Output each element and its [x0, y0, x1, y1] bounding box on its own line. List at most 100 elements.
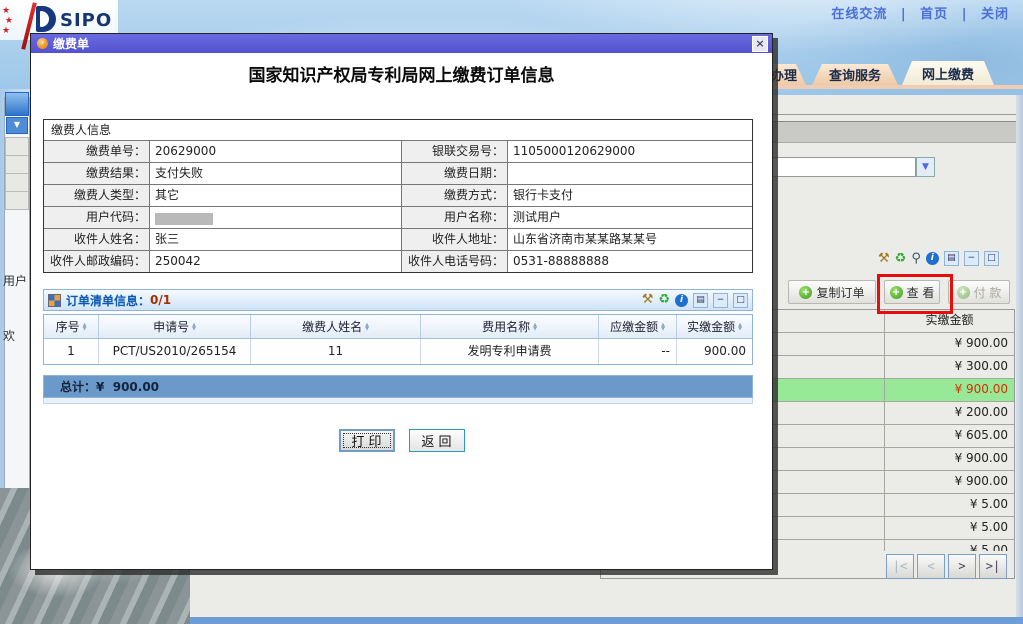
- sidebar-menu-cell[interactable]: [5, 137, 29, 156]
- payment-order-dialog: › 缴费单 × 国家知识产权局专利局网上缴费订单信息 缴费人信息 缴费单号： 2…: [30, 33, 773, 570]
- tab-query-service[interactable]: 查询服务: [812, 64, 898, 85]
- field-value: 测试用户: [508, 207, 752, 228]
- order-table: 序号 申请号 缴费人姓名 费用名称 应缴金额 实缴金额 1 PCT/US2010…: [43, 314, 753, 365]
- field-value: 银行卡支付: [508, 185, 752, 206]
- sidebar-menu-cell[interactable]: [5, 173, 29, 192]
- dropdown-arrow-button[interactable]: ▼: [916, 157, 935, 177]
- field-value: 张三: [150, 229, 402, 250]
- minimize-icon[interactable]: −: [713, 293, 728, 308]
- cell-no: 1: [44, 339, 99, 364]
- list-icon[interactable]: ▤: [944, 251, 959, 266]
- search-icon[interactable]: ⚲: [911, 252, 921, 266]
- col-header-payer-name[interactable]: 缴费人姓名: [251, 315, 421, 338]
- table-row: 1 PCT/US2010/265154 11 发明专利申请费 -- 900.00: [44, 339, 752, 364]
- sort-icon: [192, 323, 196, 331]
- field-label: 收件人地址：: [402, 229, 508, 250]
- sort-icon: [365, 323, 369, 331]
- close-icon[interactable]: ×: [752, 36, 768, 52]
- cell-amount: ¥ 200.00: [885, 402, 1014, 424]
- tab-online-payment[interactable]: 网上缴费: [902, 61, 994, 85]
- table-row: 用户代码： 用户名称： 测试用户: [44, 206, 752, 228]
- field-value: 山东省济南市某某路某某号: [508, 229, 752, 250]
- table-row: 缴费人类型： 其它 缴费方式： 银行卡支付: [44, 184, 752, 206]
- sidebar-menu-cell[interactable]: [5, 191, 29, 210]
- link-separator: |: [962, 7, 968, 22]
- cell-due-amount: --: [599, 339, 677, 364]
- table-row: 收件人姓名： 张三 收件人地址： 山东省济南市某某路某某号: [44, 228, 752, 250]
- field-label: 银联交易号：: [402, 141, 508, 162]
- sidebar-dropdown-button[interactable]: ▼: [6, 117, 28, 134]
- cell-amount: ¥ 900.00: [885, 379, 1014, 401]
- field-value: [508, 163, 752, 184]
- field-label: 用户名称：: [402, 207, 508, 228]
- maximize-icon[interactable]: □: [733, 293, 748, 308]
- field-value: 250042: [150, 251, 402, 272]
- cell-payer-name: 11: [251, 339, 421, 364]
- top-nav-links: 在线交流 | 首页 | 关闭: [827, 3, 1013, 22]
- chevron-down-icon: ▼: [922, 162, 929, 172]
- plus-icon: +: [890, 286, 903, 299]
- maximize-icon[interactable]: □: [984, 251, 999, 266]
- order-section-header: 订单清单信息： 0/1 ⚒ ♻ i ▤ − □: [43, 289, 753, 311]
- header-label: 申请号: [153, 318, 189, 335]
- first-page-button[interactable]: |<: [886, 554, 914, 579]
- field-label: 收件人姓名：: [44, 229, 150, 250]
- minimize-icon[interactable]: −: [964, 251, 979, 266]
- tab-strip: [757, 85, 1023, 89]
- last-page-button[interactable]: >|: [979, 554, 1007, 579]
- grid-icon: [48, 294, 61, 307]
- order-count: 0/1: [150, 293, 171, 307]
- field-label: 缴费人类型：: [44, 185, 150, 206]
- cell-amount: ¥ 5.00: [885, 517, 1014, 539]
- sidebar-text-fragment: 用户: [3, 272, 27, 289]
- link-close[interactable]: 关闭: [981, 7, 1009, 22]
- col-header-no[interactable]: 序号: [44, 315, 99, 338]
- sidebar-blue-button[interactable]: [5, 92, 29, 116]
- view-button[interactable]: + 查 看: [884, 280, 940, 304]
- col-header-paid-amount: 实缴金额: [885, 310, 1014, 332]
- tools-icon[interactable]: ⚒: [878, 252, 890, 266]
- print-button[interactable]: 打 印: [339, 429, 395, 452]
- pay-button[interactable]: + 付 款: [948, 280, 1010, 304]
- cell-amount: ¥ 900.00: [885, 471, 1014, 493]
- sipo-logo-text: SIPO: [60, 10, 112, 31]
- field-value: 20629000: [150, 141, 402, 162]
- info-icon[interactable]: i: [675, 294, 688, 307]
- link-online-chat[interactable]: 在线交流: [831, 7, 887, 22]
- info-icon[interactable]: i: [926, 252, 939, 265]
- refresh-icon[interactable]: ♻: [895, 252, 907, 266]
- next-page-button[interactable]: >: [948, 554, 976, 579]
- total-value: ¥ 900.00: [96, 380, 159, 394]
- sidebar-text-fragment: 欢: [3, 327, 15, 344]
- payer-section-title: 缴费人信息: [44, 120, 752, 140]
- total-bar: 总计： ¥ 900.00: [43, 375, 753, 398]
- refresh-icon[interactable]: ♻: [658, 293, 670, 307]
- redacted-value: [155, 213, 213, 225]
- table-row: 缴费单号： 20629000 银联交易号： 1105000120629000: [44, 140, 752, 162]
- col-header-paid-amount[interactable]: 实缴金额: [677, 315, 752, 338]
- table-header-row: 序号 申请号 缴费人姓名 费用名称 应缴金额 实缴金额: [44, 315, 752, 339]
- arrow-bullet-icon: ›: [37, 38, 48, 49]
- header-label: 费用名称: [482, 318, 530, 335]
- back-button[interactable]: 返 回: [409, 429, 465, 452]
- copy-order-button[interactable]: + 复制订单: [788, 280, 876, 304]
- col-header-due-amount[interactable]: 应缴金额: [599, 315, 677, 338]
- link-home[interactable]: 首页: [920, 7, 948, 22]
- dialog-titlebar: › 缴费单 ×: [31, 34, 772, 53]
- tools-icon[interactable]: ⚒: [642, 293, 654, 307]
- plus-icon: +: [957, 286, 970, 299]
- table-row: 收件人邮政编码： 250042 收件人电话号码： 0531-88888888: [44, 250, 752, 272]
- field-value: 0531-88888888: [508, 251, 752, 272]
- cell-fee-name: 发明专利申请费: [421, 339, 599, 364]
- col-header-fee-name[interactable]: 费用名称: [421, 315, 599, 338]
- view-label: 查 看: [907, 284, 935, 301]
- payer-info-table: 缴费人信息 缴费单号： 20629000 银联交易号： 110500012062…: [43, 119, 753, 273]
- copy-order-label: 复制订单: [816, 284, 864, 301]
- list-icon[interactable]: ▤: [693, 293, 708, 308]
- col-header-application-no[interactable]: 申请号: [99, 315, 251, 338]
- cell-amount: ¥ 300.00: [885, 356, 1014, 378]
- cell-amount: ¥ 900.00: [885, 448, 1014, 470]
- sort-icon: [83, 323, 87, 331]
- prev-page-button[interactable]: <: [917, 554, 945, 579]
- sidebar-menu-cell[interactable]: [5, 155, 29, 174]
